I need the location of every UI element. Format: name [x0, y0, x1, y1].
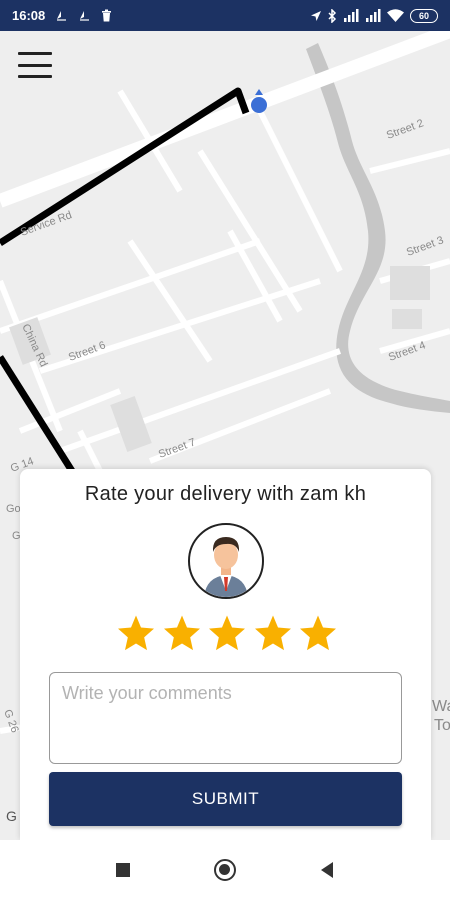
location-heading-icon [255, 89, 263, 95]
driver-avatar-icon [204, 537, 248, 597]
comments-input[interactable] [49, 672, 402, 764]
street-label: Wa [432, 698, 450, 715]
hamburger-menu-icon[interactable] [18, 52, 52, 78]
street-label: Street 2 [385, 117, 425, 141]
street-label: To [434, 717, 450, 734]
navigation-arrow-icon [55, 9, 68, 22]
main-road [0, 31, 450, 208]
bluetooth-icon [328, 8, 337, 23]
status-bar: 16:08 60 [0, 0, 450, 31]
menu-bar [18, 75, 52, 78]
navigation-bar [0, 840, 450, 900]
menu-bar [18, 63, 52, 67]
star-icon[interactable] [162, 613, 202, 653]
street-label: Street 6 [67, 339, 107, 363]
location-icon [310, 10, 322, 22]
star-icon[interactable] [298, 613, 338, 653]
street-label: Street 7 [157, 436, 197, 460]
home-icon[interactable] [205, 850, 245, 890]
street-label: G [6, 808, 17, 824]
battery-level: 60 [418, 10, 429, 21]
signal-icon [343, 9, 359, 22]
menu-bar [18, 52, 52, 55]
street-label: Street 3 [405, 234, 445, 258]
street-label: Go [6, 503, 21, 515]
submit-button[interactable]: SUBMIT [49, 772, 402, 826]
star-rating[interactable] [116, 613, 338, 655]
wifi-icon [387, 9, 404, 22]
battery-icon: 60 [410, 8, 438, 23]
star-icon[interactable] [116, 613, 156, 653]
signal-icon [365, 9, 381, 22]
navigation-arrow-icon [78, 9, 91, 22]
trash-icon [101, 9, 112, 22]
rating-title: Rate your delivery with zam kh [84, 483, 367, 505]
star-icon[interactable] [253, 613, 293, 653]
rating-card: Rate your delivery with zam kh SUBMIT [20, 469, 431, 840]
back-icon[interactable] [307, 850, 347, 890]
driver-avatar [188, 523, 264, 599]
star-icon[interactable] [207, 613, 247, 653]
current-location-dot[interactable] [251, 97, 267, 113]
recent-apps-icon[interactable] [103, 850, 143, 890]
status-time: 16:08 [12, 8, 46, 23]
